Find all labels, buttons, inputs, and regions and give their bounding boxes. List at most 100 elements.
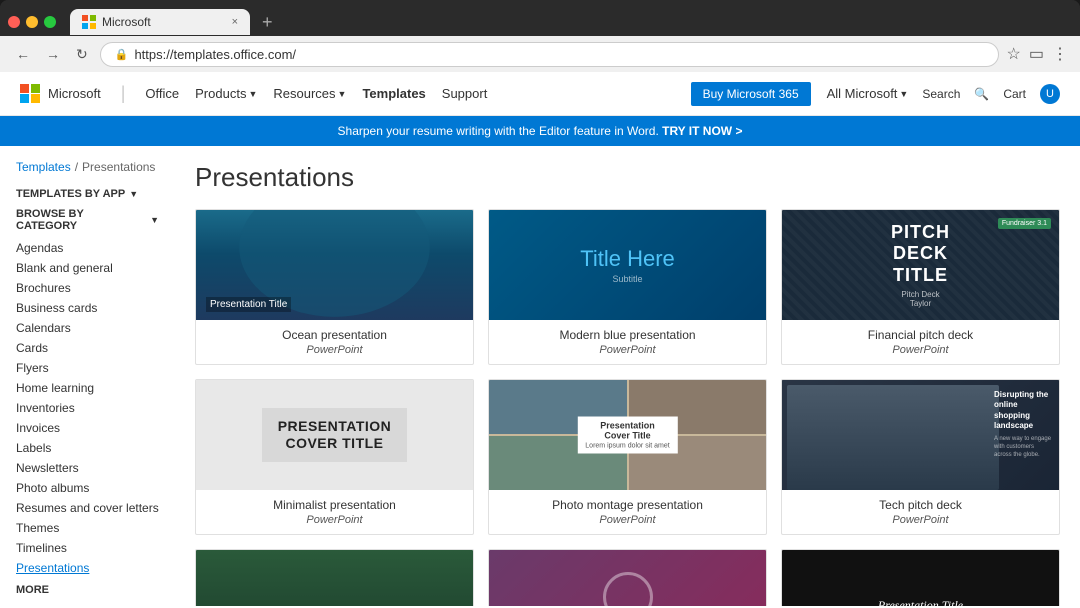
- sidebar-item-themes[interactable]: Themes: [16, 518, 159, 538]
- template-name: Tech pitch deck: [792, 498, 1049, 512]
- template-app: PowerPoint: [499, 514, 756, 526]
- sidebar-item-home-learning[interactable]: Home learning: [16, 378, 159, 398]
- url-bar[interactable]: 🔒 https://templates.office.com/: [100, 42, 999, 67]
- sidebar-item-blank-and-general[interactable]: Blank and general: [16, 258, 159, 278]
- template-app: PowerPoint: [499, 344, 756, 356]
- reload-button[interactable]: ↻: [72, 44, 92, 65]
- new-tab-button[interactable]: +: [254, 12, 281, 33]
- tech-headline: Disrupting theonline shoppinglandscape: [994, 390, 1054, 432]
- user-icon[interactable]: U: [1040, 84, 1060, 104]
- sidebar-item-presentations[interactable]: Presentations: [16, 558, 159, 578]
- template-card-4[interactable]: PresentationCover Title Lorem ipsum dolo…: [488, 379, 767, 535]
- template-info: Minimalist presentation PowerPoint: [196, 490, 473, 534]
- template-info: Financial pitch deck PowerPoint: [782, 320, 1059, 364]
- sidebar-item-timelines[interactable]: Timelines: [16, 538, 159, 558]
- office-link[interactable]: Office: [145, 86, 179, 101]
- resources-dropdown[interactable]: Resources ▼: [273, 86, 346, 101]
- sidebar-item-agendas[interactable]: Agendas: [16, 238, 159, 258]
- template-card-6[interactable]: PRESENTATION TITLE HERE Nature presentat…: [195, 549, 474, 606]
- menu-icon[interactable]: ⋮: [1052, 44, 1068, 64]
- microsoft-logo[interactable]: Microsoft: [20, 84, 101, 104]
- template-card-8[interactable]: Presentation Title Elegant presentation …: [781, 549, 1060, 606]
- tab-close-icon[interactable]: ×: [232, 16, 238, 28]
- browser-window: Microsoft × + ← → ↻ 🔒 https://templates.…: [0, 0, 1080, 72]
- sidebar-item-newsletters[interactable]: Newsletters: [16, 458, 159, 478]
- thumb-pitch: Fundraiser 3.1 PITCHDECKTITLE Pitch Deck…: [782, 210, 1059, 320]
- thumb-photo: PresentationCover Title Lorem ipsum dolo…: [489, 380, 766, 490]
- template-info: Photo montage presentation PowerPoint: [489, 490, 766, 534]
- pitch-title: PITCHDECKTITLE: [891, 222, 950, 287]
- tab-title: Microsoft: [102, 15, 151, 29]
- templates-link[interactable]: Templates: [362, 86, 425, 101]
- template-card-7[interactable]: Contoso Contoso presentation PowerPoint: [488, 549, 767, 606]
- thumb-dark: Presentation Title: [782, 550, 1059, 606]
- photo-overlay: PresentationCover Title Lorem ipsum dolo…: [577, 417, 677, 454]
- sidebar-item-cards[interactable]: Cards: [16, 338, 159, 358]
- browse-by-category-header[interactable]: BROWSE BY CATEGORY ▼: [16, 208, 159, 232]
- resources-caret: ▼: [338, 89, 347, 99]
- sidebar-item-inventories[interactable]: Inventories: [16, 398, 159, 418]
- tab-bar: Microsoft × +: [0, 0, 1080, 36]
- sidebar-item-invoices[interactable]: Invoices: [16, 418, 159, 438]
- cart-link[interactable]: Cart: [1003, 87, 1026, 101]
- page-title: Presentations: [195, 162, 1060, 193]
- sidebar-item-photo-albums[interactable]: Photo albums: [16, 478, 159, 498]
- template-card-1[interactable]: Title Here Subtitle Modern blue presenta…: [488, 209, 767, 365]
- template-app: PowerPoint: [792, 514, 1049, 526]
- search-icon[interactable]: 🔍: [974, 87, 989, 101]
- templates-by-app-header[interactable]: TEMPLATES BY APP ▼: [16, 188, 159, 200]
- template-card-0[interactable]: Presentation Title Ocean presentation Po…: [195, 209, 474, 365]
- forward-button[interactable]: →: [42, 44, 64, 64]
- banner-cta[interactable]: TRY IT NOW >: [662, 124, 742, 138]
- template-card-2[interactable]: Fundraiser 3.1 PITCHDECKTITLE Pitch Deck…: [781, 209, 1060, 365]
- products-caret: ▼: [248, 89, 257, 99]
- sidebar-item-brochures[interactable]: Brochures: [16, 278, 159, 298]
- more-link[interactable]: MORE: [16, 584, 159, 596]
- address-bar-right: ☆ ▭ ⋮: [1007, 44, 1068, 64]
- breadcrumb-templates[interactable]: Templates: [16, 160, 71, 174]
- main-layout: Templates / Presentations TEMPLATES BY A…: [0, 146, 1080, 606]
- close-button[interactable]: [8, 16, 20, 28]
- template-app: PowerPoint: [792, 344, 1049, 356]
- url-text: https://templates.office.com/: [134, 47, 296, 62]
- sidebar-item-business-cards[interactable]: Business cards: [16, 298, 159, 318]
- template-card-3[interactable]: PRESENTATIONCOVER TITLE Minimalist prese…: [195, 379, 474, 535]
- sidebar-item-flyers[interactable]: Flyers: [16, 358, 159, 378]
- microsoft-label: Microsoft: [48, 86, 101, 101]
- sidebar-categories: AgendasBlank and generalBrochuresBusines…: [16, 238, 159, 578]
- sidebar-item-labels[interactable]: Labels: [16, 438, 159, 458]
- template-name: Ocean presentation: [206, 328, 463, 342]
- ocean-title: Presentation Title: [206, 297, 291, 312]
- top-navigation: Microsoft | Office Products ▼ Resources …: [0, 72, 1080, 116]
- template-info: Ocean presentation PowerPoint: [196, 320, 473, 364]
- ms-green-square: [31, 84, 40, 93]
- template-card-5[interactable]: Disrupting theonline shoppinglandscape A…: [781, 379, 1060, 535]
- maximize-button[interactable]: [44, 16, 56, 28]
- star-icon[interactable]: ☆: [1007, 44, 1021, 64]
- promo-banner: Sharpen your resume writing with the Edi…: [0, 116, 1080, 146]
- extensions-icon[interactable]: ▭: [1029, 44, 1044, 64]
- thumb-blue: Title Here Subtitle: [489, 210, 766, 320]
- products-dropdown[interactable]: Products ▼: [195, 86, 257, 101]
- lock-icon: 🔒: [115, 48, 129, 61]
- all-ms-dropdown[interactable]: All Microsoft ▼: [827, 86, 909, 101]
- ms-blue-square: [20, 94, 29, 103]
- template-name: Modern blue presentation: [499, 328, 756, 342]
- back-button[interactable]: ←: [12, 44, 34, 64]
- active-tab[interactable]: Microsoft ×: [70, 9, 250, 35]
- sidebar-item-calendars[interactable]: Calendars: [16, 318, 159, 338]
- template-app: PowerPoint: [206, 514, 463, 526]
- thumb-tech: Disrupting theonline shoppinglandscape A…: [782, 380, 1059, 490]
- minimize-button[interactable]: [26, 16, 38, 28]
- template-name: Minimalist presentation: [206, 498, 463, 512]
- dark-title: Presentation Title: [878, 598, 963, 607]
- sidebar-item-resumes-and-cover-letters[interactable]: Resumes and cover letters: [16, 498, 159, 518]
- template-grid: Presentation Title Ocean presentation Po…: [195, 209, 1060, 606]
- pink-circle: [603, 572, 653, 607]
- search-link[interactable]: Search: [922, 87, 960, 101]
- content-area: Presentations Presentation Title Ocean p…: [175, 146, 1080, 606]
- support-link[interactable]: Support: [442, 86, 488, 101]
- pink-inner: Contoso: [603, 572, 653, 607]
- blue-sub: Subtitle: [580, 274, 675, 284]
- buy-button[interactable]: Buy Microsoft 365: [691, 82, 811, 106]
